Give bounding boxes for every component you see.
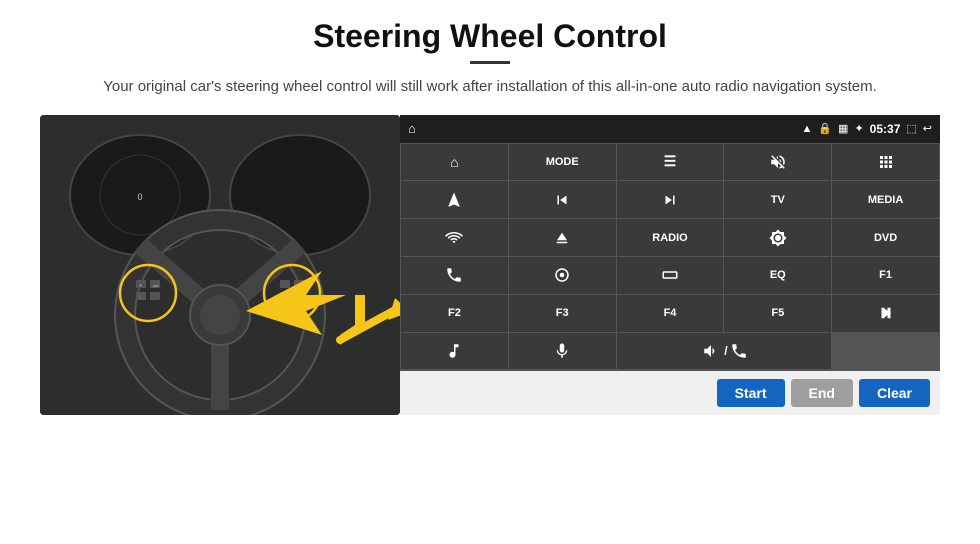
btn-f1[interactable]: F1 bbox=[832, 257, 939, 294]
svg-text:+: + bbox=[139, 283, 142, 289]
btn-prev[interactable] bbox=[509, 181, 616, 218]
btn-home[interactable] bbox=[401, 144, 508, 181]
prev-icon bbox=[553, 191, 571, 209]
action-bar: Start End Clear bbox=[400, 371, 940, 415]
music-icon bbox=[445, 342, 463, 360]
cast-icon: ⬚ bbox=[906, 122, 916, 135]
clear-button[interactable]: Clear bbox=[859, 379, 930, 407]
btn-list[interactable]: ☰ bbox=[617, 144, 724, 181]
swipe-icon bbox=[553, 266, 571, 284]
btn-360cam[interactable] bbox=[401, 219, 508, 256]
next-icon bbox=[661, 191, 679, 209]
eject-icon bbox=[553, 229, 571, 247]
mute-icon bbox=[769, 153, 787, 171]
title-divider bbox=[470, 61, 510, 64]
btn-brightness[interactable] bbox=[724, 219, 831, 256]
end-button[interactable]: End bbox=[791, 379, 853, 407]
playpause-icon bbox=[877, 304, 895, 322]
btn-tv[interactable]: TV bbox=[724, 181, 831, 218]
btn-f5[interactable]: F5 bbox=[724, 295, 831, 332]
back-icon: ↩ bbox=[923, 122, 932, 135]
btn-f3[interactable]: F3 bbox=[509, 295, 616, 332]
btn-eject[interactable] bbox=[509, 219, 616, 256]
btn-radio[interactable]: RADIO bbox=[617, 219, 724, 256]
btn-rect[interactable] bbox=[617, 257, 724, 294]
content-row: 0 bbox=[40, 115, 940, 415]
bluetooth-icon: ✦ bbox=[854, 122, 863, 135]
page-container: Steering Wheel Control Your original car… bbox=[0, 0, 980, 544]
svg-text:📞: 📞 bbox=[153, 294, 160, 301]
wifi-icon: ▲ bbox=[801, 123, 812, 135]
btn-dvd[interactable]: DVD bbox=[832, 219, 939, 256]
volhang-slash: / bbox=[724, 344, 727, 358]
start-button[interactable]: Start bbox=[717, 379, 785, 407]
btn-swipe[interactable] bbox=[509, 257, 616, 294]
btn-media[interactable]: MEDIA bbox=[832, 181, 939, 218]
button-grid: MODE ☰ TV MEDIA bbox=[400, 143, 940, 371]
rect-icon bbox=[661, 266, 679, 284]
btn-playpause[interactable] bbox=[832, 295, 939, 332]
btn-apps[interactable] bbox=[832, 144, 939, 181]
volhang-icon bbox=[700, 342, 722, 360]
btn-mode[interactable]: MODE bbox=[509, 144, 616, 181]
cam360-icon bbox=[445, 229, 463, 247]
btn-phone[interactable] bbox=[401, 257, 508, 294]
status-right: ▲ 🔒 ▦ ✦ 05:37 ⬚ ↩ bbox=[801, 122, 932, 136]
page-title: Steering Wheel Control bbox=[313, 18, 667, 55]
steering-wheel-image: 0 bbox=[40, 115, 400, 415]
brightness-icon bbox=[769, 229, 787, 247]
radio-panel: ⌂ ▲ 🔒 ▦ ✦ 05:37 ⬚ ↩ MODE ☰ bbox=[400, 115, 940, 415]
page-subtitle: Your original car's steering wheel contr… bbox=[103, 76, 877, 99]
phone2-icon bbox=[730, 342, 748, 360]
sim-icon: ▦ bbox=[838, 122, 848, 135]
btn-nav[interactable] bbox=[401, 181, 508, 218]
apps-icon bbox=[877, 153, 895, 171]
mic-icon bbox=[553, 342, 571, 360]
svg-text:vol: vol bbox=[153, 283, 158, 288]
btn-mic[interactable] bbox=[509, 333, 616, 370]
home-icon bbox=[450, 154, 458, 170]
btn-f2[interactable]: F2 bbox=[401, 295, 508, 332]
btn-eq[interactable]: EQ bbox=[724, 257, 831, 294]
status-bar: ⌂ ▲ 🔒 ▦ ✦ 05:37 ⬚ ↩ bbox=[400, 115, 940, 143]
btn-mute[interactable] bbox=[724, 144, 831, 181]
phone-icon bbox=[445, 266, 463, 284]
btn-f4[interactable]: F4 bbox=[617, 295, 724, 332]
btn-next[interactable] bbox=[617, 181, 724, 218]
status-time: 05:37 bbox=[870, 122, 901, 136]
lock-icon: 🔒 bbox=[818, 122, 832, 135]
nav-icon bbox=[445, 191, 463, 209]
home-status-icon: ⌂ bbox=[408, 121, 416, 136]
svg-text:0: 0 bbox=[137, 192, 142, 202]
btn-volhang[interactable]: / bbox=[617, 333, 832, 370]
status-left: ⌂ bbox=[408, 121, 416, 136]
btn-music[interactable] bbox=[401, 333, 508, 370]
